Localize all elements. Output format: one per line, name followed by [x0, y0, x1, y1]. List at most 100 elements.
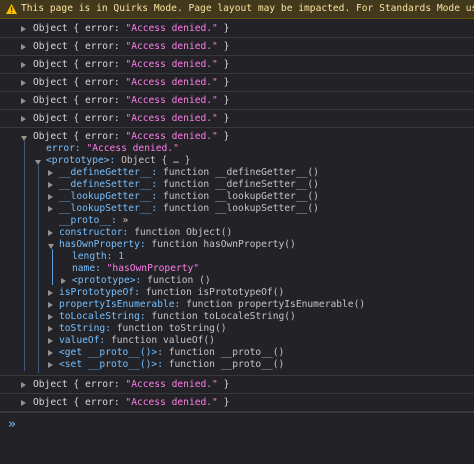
- prototype-property[interactable]: <prototype>: Object { … }: [46, 155, 190, 167]
- object-value: "Access denied.": [125, 379, 218, 390]
- expand-toggle-icon[interactable]: [21, 98, 26, 104]
- expand-toggle-icon[interactable]: [48, 290, 53, 296]
- expand-toggle-icon[interactable]: [61, 278, 66, 284]
- property-key: isPrototypeOf:: [59, 287, 146, 298]
- expand-toggle-icon[interactable]: [48, 182, 53, 188]
- prototype-member[interactable]: __lookupGetter__: function __lookupGette…: [59, 191, 319, 203]
- collapsed-object[interactable]: Object { error: "Access denied." }: [33, 77, 229, 89]
- expand-toggle-icon[interactable]: [48, 362, 53, 368]
- property-key: toLocaleString:: [59, 311, 152, 322]
- expand-toggle-icon[interactable]: [21, 400, 26, 406]
- expand-toggle-icon[interactable]: [21, 26, 26, 32]
- error-property[interactable]: error: "Access denied.": [46, 143, 179, 155]
- property-key: propertyIsEnumerable:: [59, 299, 187, 310]
- collapsed-object[interactable]: Object { error: "Access denied." }: [33, 397, 229, 409]
- object-suffix: }: [217, 131, 230, 142]
- expand-toggle-icon[interactable]: [48, 230, 53, 236]
- property-key: __defineSetter__:: [59, 179, 163, 190]
- object-value: "Access denied.": [125, 77, 218, 88]
- property-value: 1: [118, 251, 124, 262]
- object-prefix: Object {: [33, 379, 85, 390]
- warning-icon: [6, 4, 17, 14]
- property-key: <set __proto__()>:: [59, 359, 169, 370]
- prototype-member[interactable]: toLocaleString: function toLocaleString(…: [59, 311, 296, 323]
- collapsed-object[interactable]: Object { error: "Access denied." }: [33, 379, 229, 391]
- collapsed-object[interactable]: Object { error: "Access denied." }: [33, 59, 229, 71]
- collapsed-object[interactable]: Object { error: "Access denied." }: [33, 95, 229, 107]
- prototype-member[interactable]: __defineGetter__: function __defineGette…: [59, 167, 319, 179]
- object-key: error:: [84, 23, 126, 34]
- object-suffix: }: [217, 23, 230, 34]
- object-suffix: }: [217, 59, 230, 70]
- object-value: "Access denied.": [125, 41, 218, 52]
- expand-toggle-icon[interactable]: [48, 314, 53, 320]
- object-prefix: Object {: [33, 113, 85, 124]
- prototype-member[interactable]: propertyIsEnumerable: function propertyI…: [59, 299, 365, 311]
- prototype-member[interactable]: valueOf: function valueOf(): [59, 335, 215, 347]
- prototype-member[interactable]: isPrototypeOf: function isPrototypeOf(): [59, 287, 284, 299]
- object-key: error:: [84, 397, 126, 408]
- property-value: "Access denied.": [86, 143, 179, 154]
- object-suffix: }: [217, 379, 230, 390]
- property-key: __defineGetter__:: [59, 167, 163, 178]
- property-key: <prototype>:: [46, 155, 122, 166]
- collapsed-object[interactable]: Object { error: "Access denied." }: [33, 41, 229, 53]
- prototype-member[interactable]: __lookupSetter__: function __lookupSette…: [59, 203, 319, 215]
- object-prefix: Object {: [33, 23, 85, 34]
- property-value: function toString(): [116, 323, 227, 334]
- expanded-object-header[interactable]: Object { error: "Access denied." }: [33, 131, 229, 143]
- property-value: function __lookupSetter__(): [162, 203, 319, 214]
- prototype-member[interactable]: hasOwnProperty: function hasOwnProperty(…: [59, 239, 296, 251]
- collapsed-object[interactable]: Object { error: "Access denied." }: [33, 23, 229, 35]
- property-key: length:: [72, 251, 119, 262]
- collapsed-object[interactable]: Object { error: "Access denied." }: [33, 113, 229, 125]
- object-key: error:: [84, 59, 126, 70]
- expand-toggle-icon[interactable]: [48, 244, 54, 249]
- property-key: error:: [46, 143, 87, 154]
- property-value: function __proto__(): [168, 347, 285, 358]
- property-value: »: [122, 215, 129, 226]
- prototype-member[interactable]: constructor: function Object(): [59, 227, 232, 239]
- prototype-member[interactable]: <set __proto__()>: function __proto__(): [59, 359, 284, 371]
- function-prototype-property[interactable]: <prototype>: function (): [72, 275, 211, 287]
- name-property[interactable]: name: "hasOwnProperty": [72, 263, 199, 275]
- prototype-member[interactable]: toString: function toString(): [59, 323, 227, 335]
- property-value: function valueOf(): [110, 335, 215, 346]
- prototype-member[interactable]: __proto__: »: [59, 215, 128, 227]
- property-value: function hasOwnProperty(): [151, 239, 296, 250]
- expand-toggle-icon[interactable]: [48, 302, 53, 308]
- property-value: function __defineSetter__(): [162, 179, 319, 190]
- expand-toggle-icon[interactable]: [48, 194, 53, 200]
- expand-toggle-icon[interactable]: [48, 170, 53, 176]
- property-key: <prototype>:: [72, 275, 148, 286]
- object-key: error:: [84, 77, 126, 88]
- expand-toggle-icon[interactable]: [48, 338, 53, 344]
- console-input[interactable]: »: [0, 412, 474, 464]
- object-value: "Access denied.": [125, 113, 218, 124]
- tree-guide-line: [38, 165, 39, 373]
- expand-toggle-icon[interactable]: [21, 44, 26, 50]
- expand-toggle-icon[interactable]: [21, 62, 26, 68]
- property-value: Object { … }: [121, 155, 191, 166]
- object-prefix: Object {: [33, 77, 85, 88]
- property-key: __lookupSetter__:: [59, 203, 163, 214]
- property-value: function __lookupGetter__(): [162, 191, 319, 202]
- length-property[interactable]: length: 1: [72, 251, 124, 263]
- object-suffix: }: [217, 397, 230, 408]
- expand-toggle-icon[interactable]: [21, 80, 26, 86]
- property-key: __lookupGetter__:: [59, 191, 163, 202]
- expand-toggle-icon[interactable]: [35, 160, 41, 165]
- property-value: function Object(): [134, 227, 233, 238]
- expand-toggle-icon[interactable]: [21, 382, 26, 388]
- prototype-member[interactable]: <get __proto__()>: function __proto__(): [59, 347, 284, 359]
- object-suffix: }: [217, 77, 230, 88]
- property-value: function __defineGetter__(): [162, 167, 319, 178]
- object-prefix: Object {: [33, 59, 85, 70]
- expand-toggle-icon[interactable]: [21, 116, 26, 122]
- expand-toggle-icon[interactable]: [48, 326, 53, 332]
- prototype-member[interactable]: __defineSetter__: function __defineSette…: [59, 179, 319, 191]
- object-key: error:: [84, 41, 126, 52]
- object-suffix: }: [217, 113, 230, 124]
- expand-toggle-icon[interactable]: [48, 206, 53, 212]
- expand-toggle-icon[interactable]: [48, 350, 53, 356]
